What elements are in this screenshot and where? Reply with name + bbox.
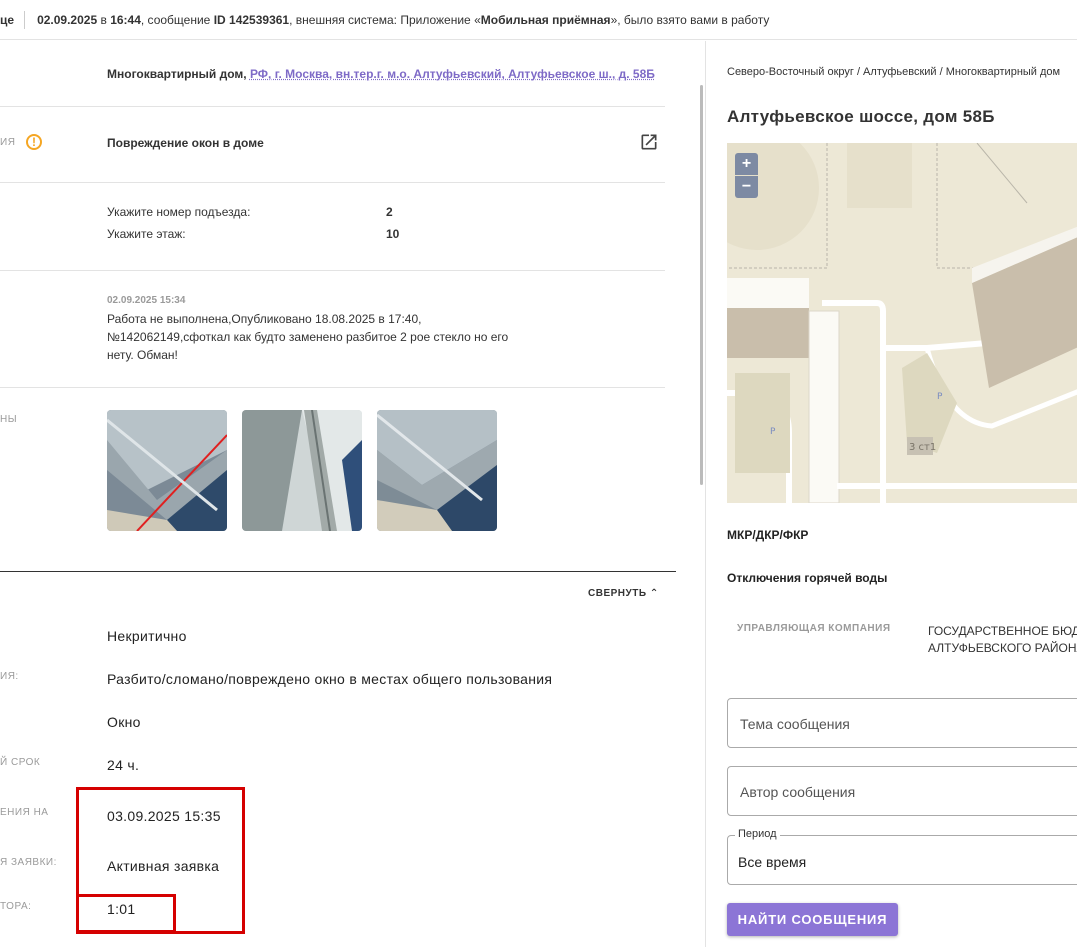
section-repair-programs[interactable]: МКР/ДКР/ФКР: [727, 528, 808, 542]
topbar-system-prefix: , внешняя система: Приложение «: [289, 12, 481, 27]
topbar-separator: [24, 10, 26, 29]
detail-label-cut: я заявки:: [0, 857, 57, 868]
questions-row: Укажите номер подъезда: 2 Укажите этаж: …: [0, 182, 665, 271]
building-label: 3 ст1: [909, 442, 936, 453]
topic-field[interactable]: [727, 698, 1077, 749]
detail-label-cut: й срок: [0, 757, 41, 768]
topbar-msg-prefix: , сообщение: [140, 12, 211, 27]
category-label: ия: [0, 137, 16, 148]
topbar-system-name: Мобильная приёмная: [480, 12, 611, 27]
author-field[interactable]: [727, 766, 1077, 817]
section-divider: [0, 571, 676, 572]
topbar-time: 16:44: [110, 12, 141, 27]
find-messages-button[interactable]: НАЙТИ СООБЩЕНИЯ: [727, 903, 898, 936]
left-scrollbar[interactable]: [700, 85, 703, 485]
address-title: Алтуфьевское шоссе, дом 58Б: [727, 107, 995, 126]
section-hot-water-outages[interactable]: Отключения горячей воды: [727, 571, 887, 585]
object-info-panel: Северо-Восточный округ / Алтуфьевский / …: [706, 41, 1077, 947]
comment-row: 02.09.2025 15:34 Работа не выполнена,Опу…: [0, 270, 665, 388]
question-floor: Укажите этаж:: [107, 227, 186, 241]
comment-date: 02.09.2025 15:34: [107, 295, 186, 306]
breadcrumb: Северо-Восточный округ / Алтуфьевский / …: [727, 66, 1061, 78]
map-view[interactable]: 3 ст1 P P + −: [727, 143, 1077, 503]
parking-icon: P: [937, 392, 943, 402]
detail-problem: Разбито/сломано/повреждено окно в местах…: [107, 671, 553, 687]
topbar-in-word: в: [100, 12, 107, 27]
photo-thumbnail[interactable]: [377, 410, 497, 531]
zoom-out-button[interactable]: −: [735, 176, 758, 198]
detail-criticality: Некритично: [107, 628, 187, 644]
object-row: Многоквартирный дом, РФ, г. Москва, вн.т…: [0, 41, 665, 107]
management-company-label: УПРАВЛЯЮЩАЯ КОМПАНИЯ: [737, 623, 891, 634]
topic-input[interactable]: [738, 699, 1077, 749]
chevron-up-icon: ⌃: [649, 588, 659, 599]
collapse-button[interactable]: СВЕРНУТЬ ⌃: [588, 588, 659, 599]
comment-text: Работа не выполнена,Опубликовано 18.08.2…: [107, 312, 509, 362]
detail-label-cut: тора:: [0, 901, 32, 912]
topbar-suffix: », было взято вами в работу: [610, 12, 770, 27]
object-type: Многоквартирный дом,: [107, 67, 247, 81]
period-select[interactable]: Период Все время: [727, 828, 1077, 885]
request-details-panel: Многоквартирный дом, РФ, г. Москва, вн.т…: [0, 41, 705, 947]
period-legend: Период: [735, 828, 780, 840]
collapse-label: СВЕРНУТЬ: [588, 588, 647, 599]
zoom-in-button[interactable]: +: [735, 153, 758, 175]
management-company-line1: ГОСУДАРСТВЕННОЕ БЮДЖЕТНОЕ: [928, 624, 1077, 638]
detail-label-cut: ия:: [0, 671, 19, 682]
management-company-value: ГОСУДАРСТВЕННОЕ БЮДЖЕТНОЕ АЛТУФЬЕВСКОГО …: [928, 623, 1077, 657]
open-external-icon[interactable]: [639, 132, 659, 152]
author-input[interactable]: [738, 767, 1077, 817]
detail-deadline: 24 ч.: [107, 757, 140, 773]
topbar-message-id: ID 142539361: [213, 12, 290, 27]
detail-object-element: Окно: [107, 714, 141, 730]
topbar-cut-label: це: [0, 12, 15, 27]
period-value: Все время: [738, 854, 807, 870]
photo-thumbnail[interactable]: [107, 410, 227, 531]
answer-floor: 10: [386, 227, 400, 241]
warning-icon: !: [26, 134, 42, 150]
top-status-bar: це 02.09.2025 в 16:44, сообщение ID 1425…: [0, 0, 1077, 40]
highlight-box: [76, 894, 176, 933]
parking-icon: P: [770, 427, 776, 437]
answer-entrance: 2: [386, 205, 393, 219]
category-title: Повреждение окон в доме: [107, 136, 264, 150]
management-company-line2: АЛТУФЬЕВСКОГО РАЙОНА: [928, 641, 1077, 655]
category-row: ия ! Повреждение окон в доме: [0, 106, 665, 183]
object-address: Многоквартирный дом, РФ, г. Москва, вн.т…: [107, 67, 655, 81]
object-address-link[interactable]: РФ, г. Москва, вн.тер.г. м.о. Алтуфьевск…: [250, 67, 655, 81]
photos-label: ны: [0, 414, 18, 425]
photo-thumbnail[interactable]: [242, 410, 362, 531]
topbar-date: 02.09.2025: [37, 12, 98, 27]
detail-label-cut: ения на: [0, 807, 49, 818]
question-entrance: Укажите номер подъезда:: [107, 205, 251, 219]
